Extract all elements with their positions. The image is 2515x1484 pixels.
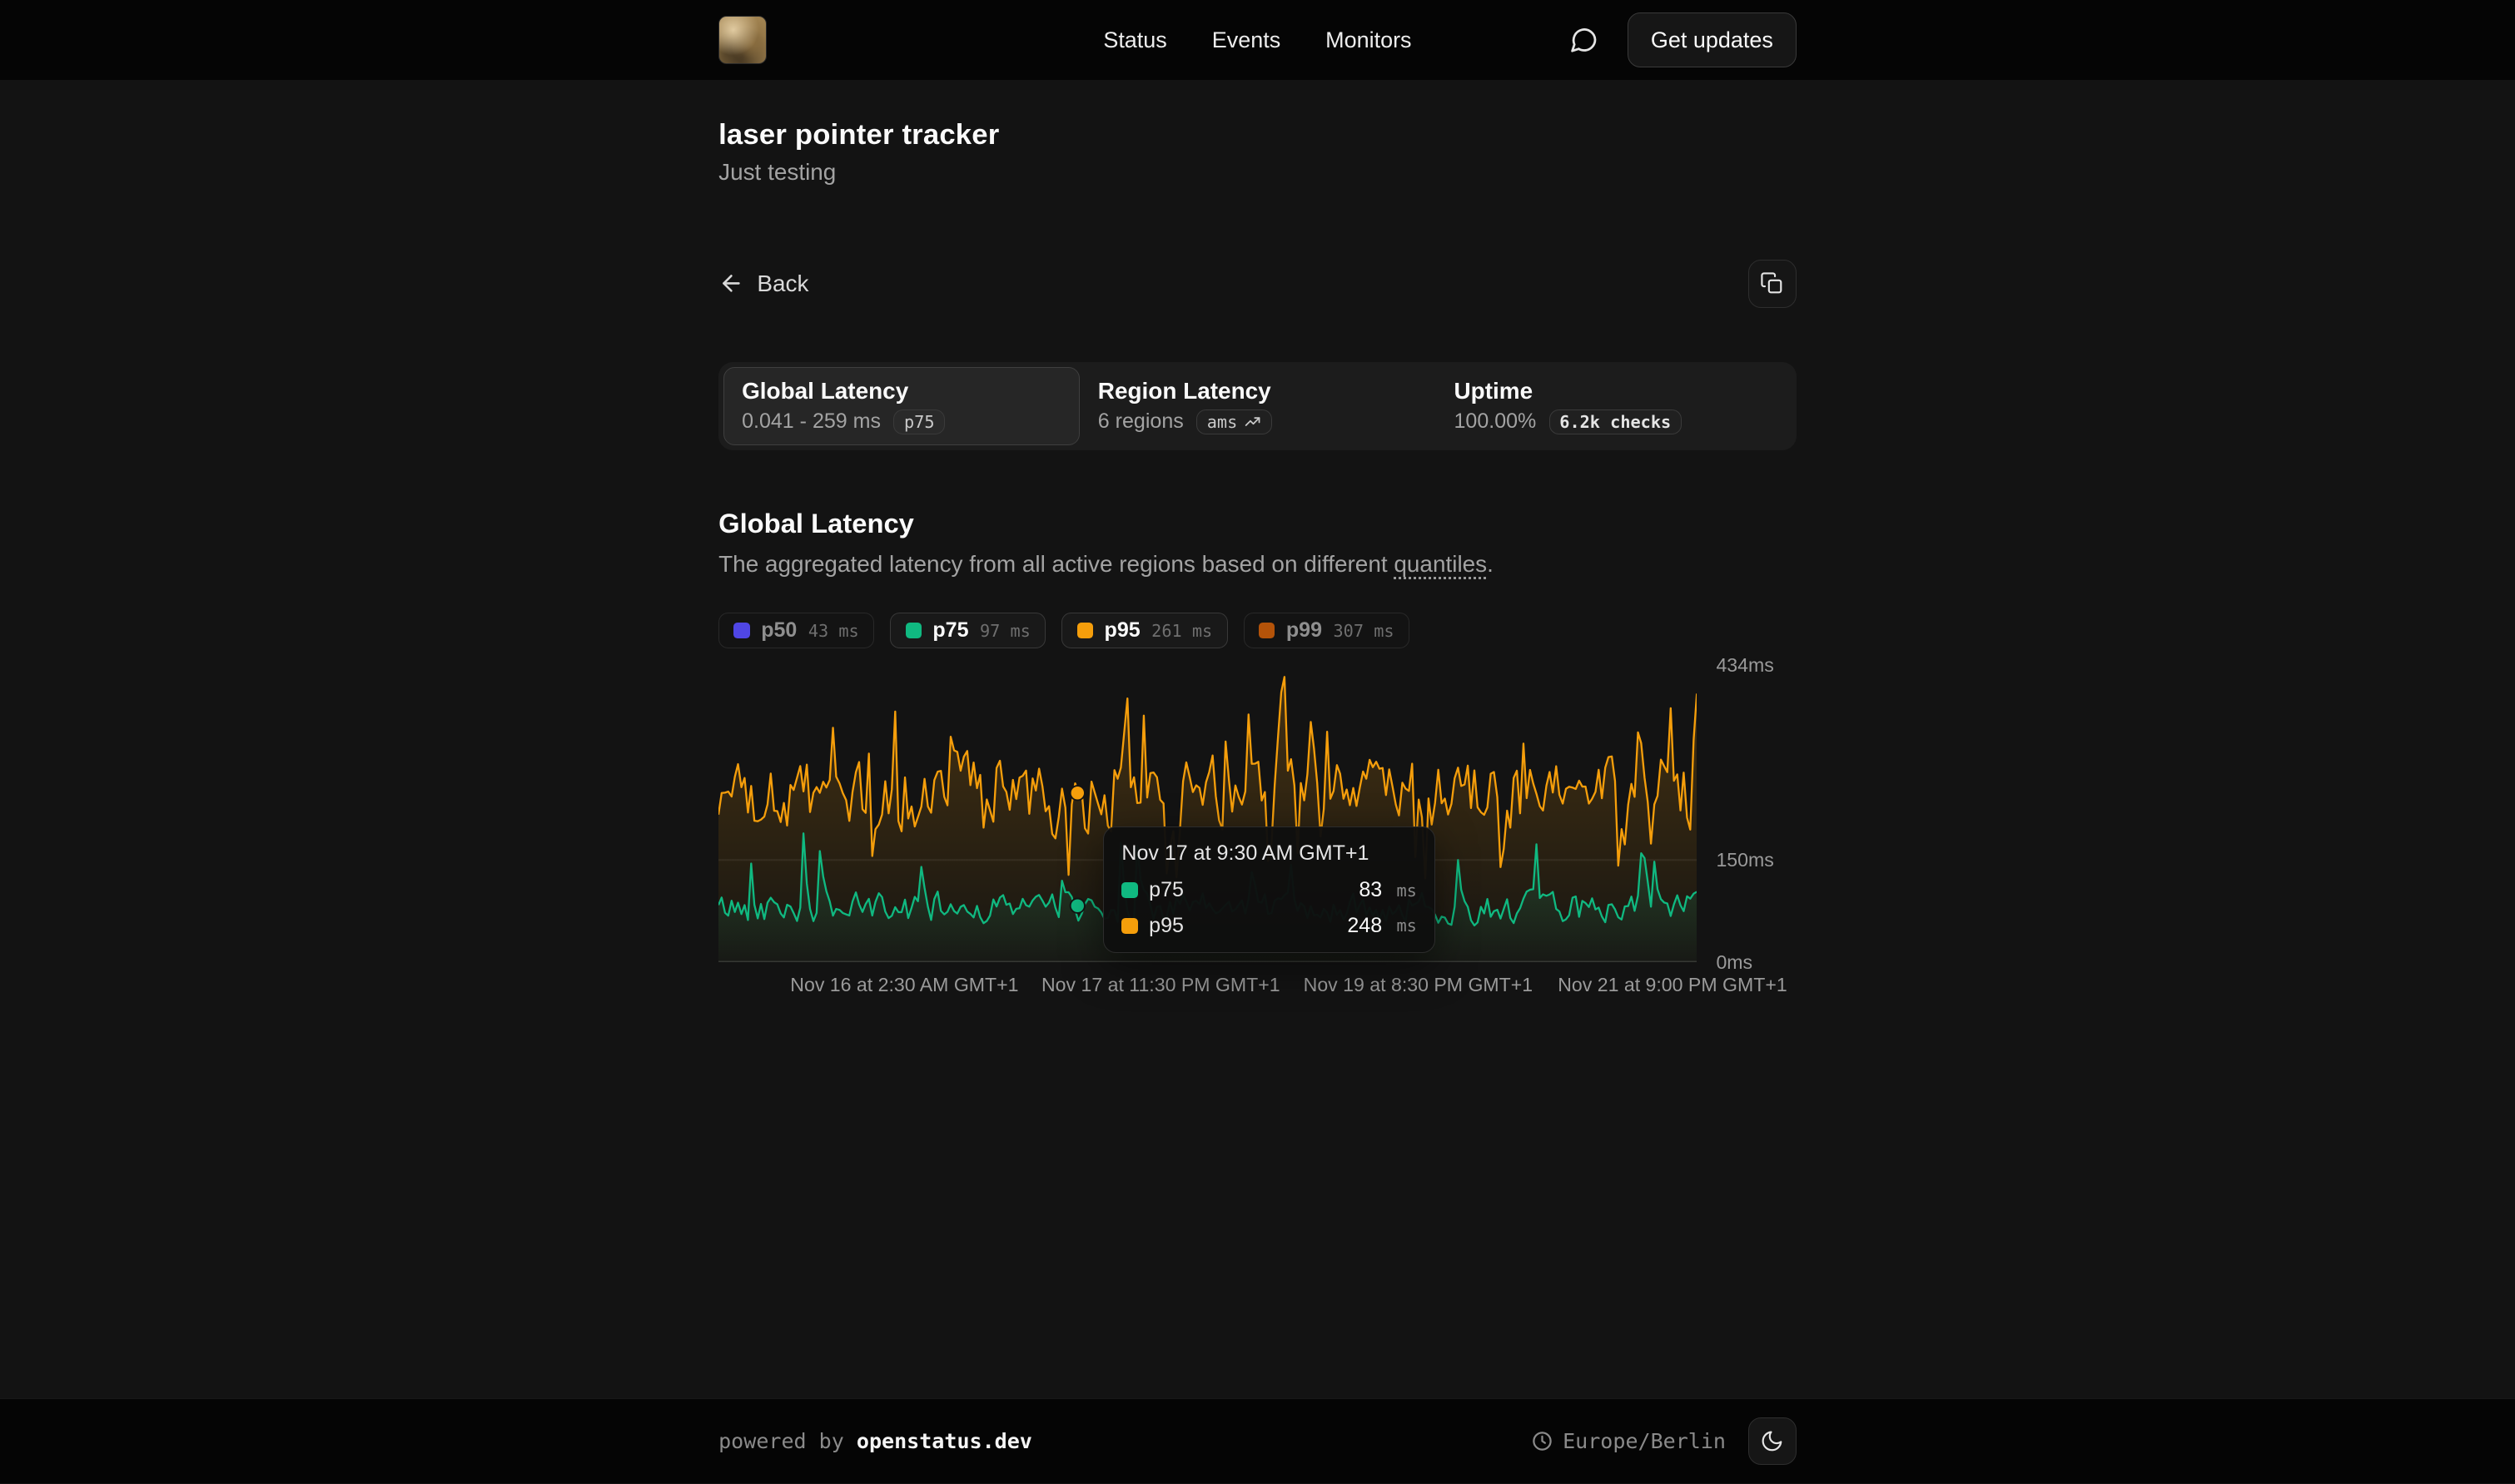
tab-title: Global Latency	[742, 378, 1061, 405]
copy-link-button[interactable]	[1748, 260, 1797, 308]
series-unit: ms	[1396, 881, 1416, 901]
legend-item-p95[interactable]: p95 261 ms	[1061, 613, 1227, 648]
y-tick: 0ms	[1716, 951, 1752, 974]
theme-toggle-button[interactable]	[1748, 1417, 1797, 1466]
legend-swatch	[906, 623, 922, 638]
main-content: laser pointer tracker Just testing Back …	[0, 80, 2515, 1398]
nav-links: Status Events Monitors	[1103, 27, 1411, 53]
top-navigation: Status Events Monitors Get updates	[0, 0, 2515, 80]
checks-badge: 6.2k checks	[1549, 409, 1682, 434]
tooltip-title: Nov 17 at 9:30 AM GMT+1	[1104, 827, 1434, 876]
tab-subtitle: 0.041 - 259 ms	[742, 409, 881, 434]
powered-by-label: powered by	[718, 1429, 844, 1453]
series-label: p95	[1149, 914, 1184, 938]
section-description: The aggregated latency from all active r…	[718, 551, 1797, 578]
nav-item-status[interactable]: Status	[1103, 27, 1166, 53]
legend-value: 307 ms	[1334, 621, 1394, 641]
tab-region-latency[interactable]: Region Latency 6 regions ams	[1080, 367, 1436, 445]
x-tick: Nov 17 at 11:30 PM GMT+1	[1041, 974, 1280, 996]
clock-icon	[1531, 1430, 1553, 1452]
y-axis: 434ms150ms0ms	[1716, 666, 1796, 962]
page-subtitle: Just testing	[718, 159, 1797, 186]
y-tick: 434ms	[1716, 654, 1773, 677]
series-swatch	[1121, 918, 1137, 934]
legend-label: p99	[1286, 618, 1322, 643]
arrow-left-icon	[718, 270, 744, 296]
tab-title: Uptime	[1454, 378, 1773, 405]
feedback-button[interactable]	[1562, 18, 1605, 62]
x-tick: Nov 21 at 9:00 PM GMT+1	[1558, 974, 1787, 996]
trending-up-icon	[1244, 413, 1261, 430]
legend-item-p75[interactable]: p75 97 ms	[890, 613, 1046, 648]
tab-uptime[interactable]: Uptime 100.00% 6.2k checks	[1435, 367, 1792, 445]
nav-item-events[interactable]: Events	[1212, 27, 1280, 53]
series-swatch	[1121, 882, 1137, 898]
series-unit: ms	[1396, 916, 1416, 936]
copy-icon	[1760, 271, 1784, 295]
legend-label: p50	[761, 618, 797, 643]
latency-chart[interactable]: Nov 17 at 9:30 AM GMT+1 p75 83 ms p95 248 ms	[718, 666, 1697, 962]
description-period: .	[1487, 551, 1494, 577]
series-value: 248	[1347, 914, 1382, 938]
series-value: 83	[1359, 878, 1382, 902]
back-button[interactable]: Back	[718, 270, 808, 297]
latency-chart-area: Nov 17 at 9:30 AM GMT+1 p7583msp95248ms …	[718, 666, 1797, 1000]
timezone-label: Europe/Berlin	[1563, 1429, 1726, 1453]
legend-item-p50[interactable]: p50 43 ms	[718, 613, 874, 648]
legend-value: 97 ms	[980, 621, 1031, 641]
page-title: laser pointer tracker	[718, 119, 1797, 151]
tooltip-row-p95: p95 248 ms	[1121, 914, 1416, 938]
legend-swatch	[1259, 623, 1275, 638]
section-title: Global Latency	[718, 508, 1797, 539]
x-axis: Nov 16 at 2:30 AM GMT+1 Nov 17 at 11:30 P…	[718, 974, 1697, 1000]
metric-tabs: Global Latency 0.041 - 259 ms p75 Region…	[718, 362, 1797, 450]
legend-item-p99[interactable]: p99 307 ms	[1244, 613, 1409, 648]
tab-title: Region Latency	[1098, 378, 1417, 405]
tab-global-latency[interactable]: Global Latency 0.041 - 259 ms p75	[723, 367, 1080, 445]
page-footer: powered by openstatus.dev Europe/Berlin	[0, 1398, 2515, 1483]
p75-badge: p75	[893, 409, 945, 434]
tab-subtitle: 6 regions	[1098, 409, 1184, 434]
series-label: p75	[1149, 878, 1184, 902]
tooltip-row-p75: p75 83 ms	[1121, 878, 1416, 902]
region-badge-label: ams	[1207, 412, 1238, 432]
message-bubble-icon	[1568, 25, 1599, 56]
description-text: The aggregated latency from all active r…	[718, 551, 1394, 577]
back-label: Back	[757, 270, 808, 297]
legend-swatch	[1077, 623, 1093, 638]
timezone-display: Europe/Berlin	[1531, 1429, 1726, 1453]
legend-label: p75	[932, 618, 968, 643]
tab-subtitle: 100.00%	[1454, 409, 1537, 434]
get-updates-button[interactable]: Get updates	[1628, 12, 1797, 67]
legend-swatch	[733, 623, 749, 638]
x-tick: Nov 16 at 2:30 AM GMT+1	[790, 974, 1018, 996]
powered-by: powered by openstatus.dev	[718, 1429, 1032, 1453]
x-tick: Nov 19 at 8:30 PM GMT+1	[1304, 974, 1533, 996]
region-badge: ams	[1196, 409, 1272, 434]
y-tick: 150ms	[1716, 849, 1773, 871]
nav-item-monitors[interactable]: Monitors	[1325, 27, 1411, 53]
quantiles-link[interactable]: quantiles	[1394, 551, 1487, 577]
openstatus-link[interactable]: openstatus.dev	[857, 1429, 1032, 1453]
chart-tooltip: Nov 17 at 9:30 AM GMT+1 p75 83 ms p95 248 ms	[1103, 826, 1435, 954]
moon-icon	[1760, 1429, 1784, 1453]
legend-value: 43 ms	[808, 621, 859, 641]
status-page-logo[interactable]	[718, 16, 767, 64]
chart-legend: p50 43 ms p75 97 ms p95 261 ms p99 307 ms	[718, 613, 1797, 648]
legend-label: p95	[1105, 618, 1141, 643]
legend-value: 261 ms	[1151, 621, 1212, 641]
